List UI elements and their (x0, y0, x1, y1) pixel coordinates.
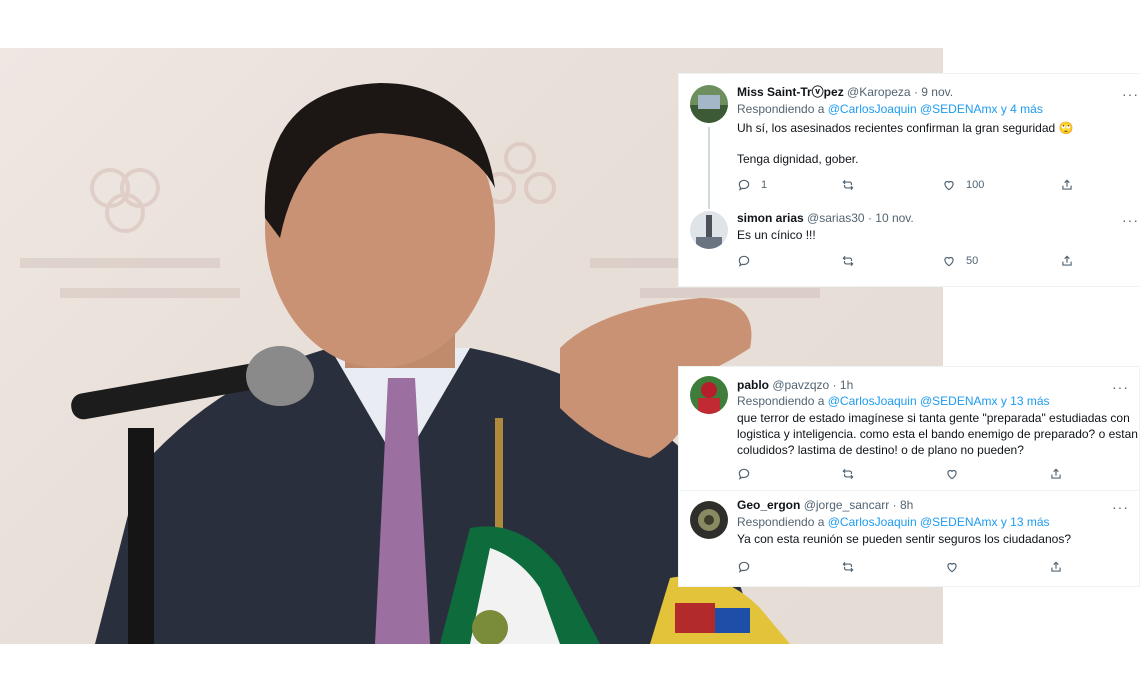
retweet-icon (842, 179, 854, 191)
reply-button[interactable] (737, 254, 761, 268)
replying-to: Respondiendo a @CarlosJoaquin @SEDENAmx … (737, 514, 1050, 530)
replying-to-label: Respondiendo a (737, 102, 828, 116)
retweet-button[interactable] (841, 560, 855, 574)
like-button[interactable] (945, 467, 959, 481)
reply-icon (738, 179, 750, 191)
heart-icon (947, 562, 957, 573)
tweet-text-line: Uh sí, los asesinados recientes confirma… (737, 121, 1074, 135)
user-name[interactable]: Miss Saint-Trⓥpez (737, 85, 844, 99)
tweet-thread-card-1: Miss Saint-Trⓥpez @Karopeza · 9 nov. ···… (678, 73, 1140, 287)
tweet-text-line: logistica y inteligencia. como esta el b… (737, 427, 1138, 441)
tweet-text-line: Ya con esta reunión se pueden sentir seg… (737, 532, 1072, 546)
tweet-thread-card-2: pablo @pavzqzo · 1h ··· Respondiendo a @… (678, 366, 1140, 587)
tweet-header: Miss Saint-Trⓥpez @Karopeza · 9 nov. (737, 84, 953, 100)
like-count: 100 (966, 179, 985, 191)
avatar[interactable] (690, 501, 728, 539)
reply-count: 1 (761, 179, 768, 191)
like-button[interactable]: 50 (942, 254, 978, 268)
user-handle[interactable]: @pavzqzo (772, 378, 829, 392)
mention-links[interactable]: @CarlosJoaquin @SEDENAmx y 13 más (828, 394, 1050, 408)
retweet-icon (842, 561, 854, 573)
like-count: 50 (966, 255, 979, 267)
replying-to: Respondiendo a @CarlosJoaquin @SEDENAmx … (737, 393, 1050, 409)
separator-dot: · (913, 85, 918, 99)
avatar[interactable] (690, 85, 728, 123)
retweet-button[interactable] (841, 254, 865, 268)
heart-icon (947, 469, 957, 480)
separator-dot: · (892, 498, 897, 512)
separator-dot: · (867, 211, 872, 225)
retweet-button[interactable] (841, 178, 865, 192)
tweet-date[interactable]: 1h (840, 378, 853, 392)
thread-connector (708, 127, 710, 209)
tweet-header: simon arias @sarias30 · 10 nov. (737, 210, 914, 226)
heart-icon (944, 256, 954, 267)
tweet: pablo @pavzqzo · 1h ··· Respondiendo a @… (679, 367, 1139, 490)
tweet-text-line: Es un cínico !!! (737, 228, 816, 242)
avatar[interactable] (690, 376, 728, 414)
more-options-icon[interactable]: ··· (1122, 213, 1139, 227)
tweet-header: Geo_ergon @jorge_sancarr · 8h (737, 497, 913, 513)
share-button[interactable] (1049, 467, 1063, 481)
replying-to-label: Respondiendo a (737, 515, 828, 529)
tweet-text-line: Tenga dignidad, gober. (737, 152, 859, 166)
replying-to: Respondiendo a @CarlosJoaquin @SEDENAmx … (737, 101, 1043, 117)
share-button[interactable] (1060, 254, 1074, 268)
mention-links[interactable]: @CarlosJoaquin @SEDENAmx y 13 más (828, 515, 1050, 529)
tweet: simon arias @sarias30 · 10 nov. ··· Es u… (679, 207, 1140, 285)
heart-icon (944, 180, 954, 191)
retweet-icon (842, 255, 854, 267)
more-options-icon[interactable]: ··· (1112, 500, 1129, 514)
replying-to-label: Respondiendo a (737, 394, 828, 408)
reply-icon (738, 561, 750, 573)
share-icon (1062, 255, 1072, 266)
retweet-icon (842, 468, 854, 480)
share-icon (1051, 468, 1061, 479)
user-handle[interactable]: @Karopeza (847, 85, 911, 99)
tweet-header: pablo @pavzqzo · 1h (737, 377, 853, 393)
tweet-text-line: coludidos? lastima de destino! o de plan… (737, 443, 1024, 457)
user-name[interactable]: simon arias (737, 211, 804, 225)
separator-dot: · (832, 378, 837, 392)
tweet-date[interactable]: 9 nov. (921, 85, 953, 99)
like-button[interactable]: 100 (942, 178, 984, 192)
user-handle[interactable]: @jorge_sancarr (804, 498, 890, 512)
user-name[interactable]: Geo_ergon (737, 498, 800, 512)
reply-button[interactable]: 1 (737, 178, 767, 192)
share-button[interactable] (1060, 178, 1074, 192)
user-name[interactable]: pablo (737, 378, 769, 392)
reply-icon (738, 255, 750, 267)
reply-button[interactable] (737, 467, 751, 481)
share-button[interactable] (1049, 560, 1063, 574)
avatar[interactable] (690, 211, 728, 249)
tweet-text-line: que terror de estado imagínese si tanta … (737, 411, 1130, 425)
tweet-date[interactable]: 10 nov. (875, 211, 913, 225)
share-icon (1062, 179, 1072, 190)
tweet-date[interactable]: 8h (900, 498, 913, 512)
share-icon (1051, 561, 1061, 572)
more-options-icon[interactable]: ··· (1122, 87, 1139, 101)
reply-button[interactable] (737, 560, 751, 574)
tweet: Geo_ergon @jorge_sancarr · 8h ··· Respon… (679, 490, 1139, 585)
retweet-button[interactable] (841, 467, 855, 481)
tweet: Miss Saint-Trⓥpez @Karopeza · 9 nov. ···… (679, 74, 1140, 209)
more-options-icon[interactable]: ··· (1112, 380, 1129, 394)
user-handle[interactable]: @sarias30 (807, 211, 865, 225)
like-button[interactable] (945, 560, 959, 574)
mention-links[interactable]: @CarlosJoaquin @SEDENAmx y 4 más (828, 102, 1043, 116)
reply-icon (738, 468, 750, 480)
